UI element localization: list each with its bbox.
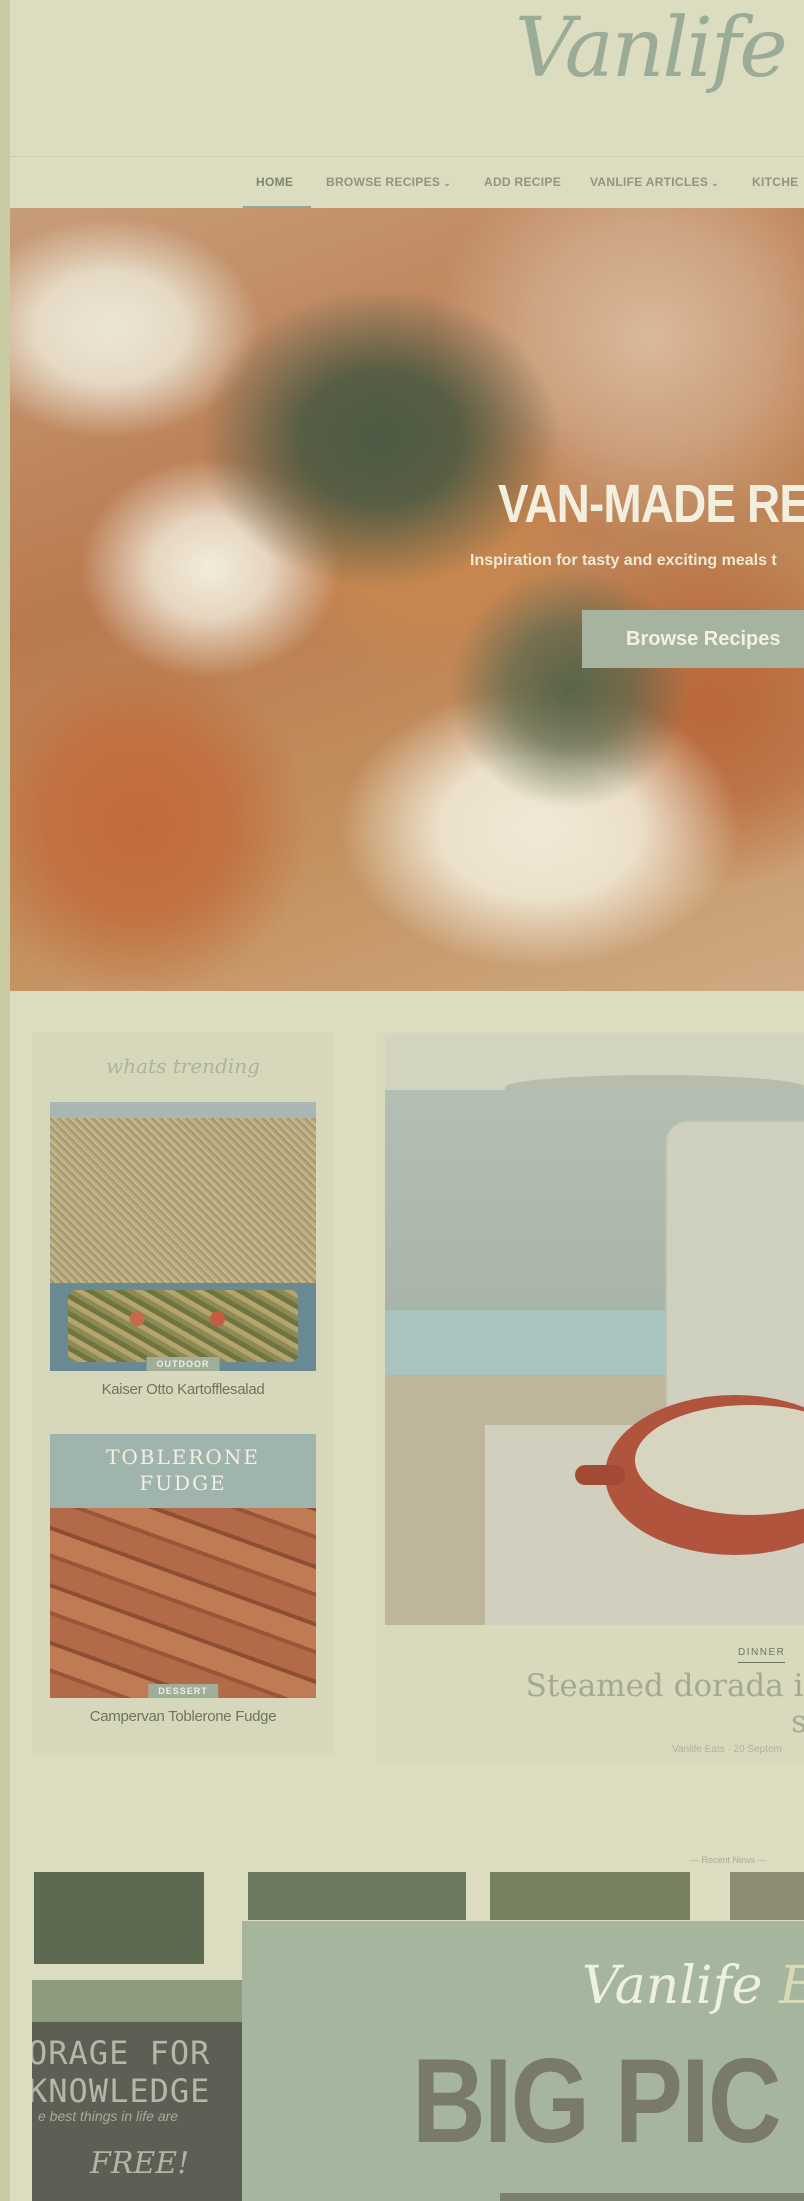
hero-banner: VAN-MADE REC Inspiration for tasty and e… [10, 208, 804, 991]
nav-label-browse-recipes: BROWSE RECIPES [326, 175, 441, 189]
promo-logo-word-2: Ea [779, 1956, 804, 2016]
promo-headline: BIG PIC [412, 2034, 782, 2168]
chalkboard-image[interactable]: ORAGE FOR KNOWLEDGE e best things in lif… [32, 1980, 246, 2201]
recent-thumb[interactable] [490, 1872, 690, 1920]
promo-logo: Vanlife Ea [582, 1956, 804, 2016]
trending-caption[interactable]: Kaiser Otto Kartofflesalad [50, 1381, 316, 1398]
chalkboard-small-text: e best things in life are [38, 2108, 179, 2124]
recent-news-label: — Recent News — [690, 1855, 767, 1865]
fudge-image[interactable]: TOBLERONE FUDGE DESSERT [50, 1434, 316, 1698]
trending-card-kartoffelsalad[interactable]: OUTDOOR Kaiser Otto Kartofflesalad [50, 1102, 316, 1398]
kartoffelsalad-image[interactable]: OUTDOOR [50, 1102, 316, 1371]
nav-label-home: HOME [256, 175, 294, 189]
hero-subtitle: Inspiration for tasty and exciting meals… [470, 552, 777, 569]
nav-item-browse-recipes[interactable]: BROWSE RECIPES ⌄ [326, 175, 451, 189]
trending-caption[interactable]: Campervan Toblerone Fudge [50, 1708, 316, 1725]
featured-post: DINNER Steamed dorada in Pep sauce. Vanl… [376, 1032, 804, 1765]
fudge-image-title: TOBLERONE FUDGE [106, 1445, 260, 1495]
nav-item-kitchen[interactable]: KITCHE [752, 175, 798, 189]
promo-bar [500, 2193, 804, 2201]
chalkboard-free-text: FREE! [90, 2146, 190, 2181]
browse-recipes-button[interactable]: Browse Recipes [582, 610, 804, 668]
featured-title[interactable]: Steamed dorada in Pep sauce. [471, 1668, 804, 1740]
image-stove-lid [665, 1120, 804, 1424]
nav-item-add-recipe[interactable]: ADD RECIPE [484, 175, 561, 189]
nav-label-kitchen: KITCHE [752, 175, 799, 189]
chevron-down-icon: ⌄ [711, 178, 719, 188]
logo-word-1: Vanlife [515, 1, 788, 96]
nav-item-vanlife-articles[interactable]: VANLIFE ARTICLES ⌄ [590, 175, 719, 189]
recent-thumb[interactable] [248, 1872, 466, 1920]
recent-thumb[interactable] [34, 1872, 204, 1964]
promo-banner[interactable]: Vanlife Ea BIG PIC [242, 1921, 804, 2201]
chalkboard-text: ORAGE FOR KNOWLEDGE [32, 2034, 211, 2110]
image-sea-window [385, 1310, 675, 1375]
nav-label-add-recipe: ADD RECIPE [484, 175, 562, 189]
image-salad [68, 1290, 298, 1362]
image-sky [50, 1102, 316, 1118]
hero-title: VAN-MADE REC [498, 474, 804, 534]
image-fudge-pieces [50, 1508, 316, 1698]
nav-label-vanlife-articles: VANLIFE ARTICLES [590, 175, 709, 189]
recent-thumb[interactable] [730, 1872, 804, 1920]
main-nav: HOME BROWSE RECIPES ⌄ ADD RECIPE VANLIFE … [10, 157, 804, 207]
featured-image[interactable] [385, 1035, 804, 1625]
featured-category[interactable]: DINNER [738, 1647, 786, 1663]
nav-item-home[interactable]: HOME [256, 175, 293, 189]
trending-widget: whats trending OUTDOOR Kaiser Otto Karto… [32, 1032, 334, 1755]
left-edge-rail [0, 0, 10, 2201]
promo-logo-word-1: Vanlife [582, 1956, 763, 2016]
site-header: Vanlife E [10, 0, 804, 157]
category-tag[interactable]: DESSERT [148, 1684, 218, 1698]
image-window [32, 1980, 246, 2022]
trending-card-fudge[interactable]: TOBLERONE FUDGE DESSERT Campervan Tobler… [50, 1434, 316, 1725]
image-beach [50, 1118, 316, 1283]
page: Vanlife E HOME BROWSE RECIPES⌄ ADD RECIP… [10, 0, 804, 2201]
featured-meta: Vanlife Eats · 20 Septem [672, 1744, 782, 1755]
chevron-down-icon: ⌄ [443, 178, 452, 188]
site-logo[interactable]: Vanlife E [515, 8, 804, 90]
image-pan-handle [575, 1465, 625, 1485]
trending-title: whats trending [106, 1054, 260, 1078]
category-tag[interactable]: OUTDOOR [146, 1357, 220, 1371]
